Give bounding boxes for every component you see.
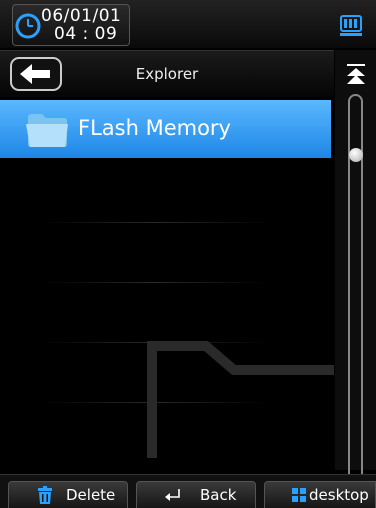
nav-bar: Explorer	[0, 50, 334, 97]
back-label: Back	[200, 486, 237, 504]
back-button[interactable]: Back	[136, 481, 256, 508]
folder-icon	[26, 114, 68, 147]
background-decoration	[40, 222, 334, 458]
list-item-label: FLash Memory	[78, 116, 231, 140]
date-text: 06/01/01	[41, 6, 122, 26]
battery-icon	[340, 15, 362, 36]
delete-button[interactable]: Delete	[8, 481, 128, 508]
bottom-toolbar: Delete Back desktop	[0, 474, 376, 508]
trash-icon	[38, 486, 52, 504]
clock-icon	[15, 13, 41, 39]
page-title: Explorer	[135, 65, 199, 83]
time-text: 04 : 09	[54, 24, 118, 44]
return-icon	[165, 489, 180, 501]
desktop-button[interactable]: desktop	[264, 481, 376, 508]
status-bar: 06/01/01 04 : 09	[0, 0, 376, 48]
scrollbar[interactable]	[335, 50, 376, 505]
desktop-label: desktop	[309, 486, 369, 504]
file-list-area	[0, 160, 334, 458]
scroll-up-icon[interactable]	[343, 62, 369, 88]
scroll-thumb[interactable]	[349, 148, 363, 162]
delete-label: Delete	[66, 486, 116, 504]
list-item[interactable]: FLash Memory	[0, 100, 331, 158]
desktop-grid-icon	[292, 488, 306, 502]
clock-widget[interactable]: 06/01/01 04 : 09	[12, 4, 130, 46]
